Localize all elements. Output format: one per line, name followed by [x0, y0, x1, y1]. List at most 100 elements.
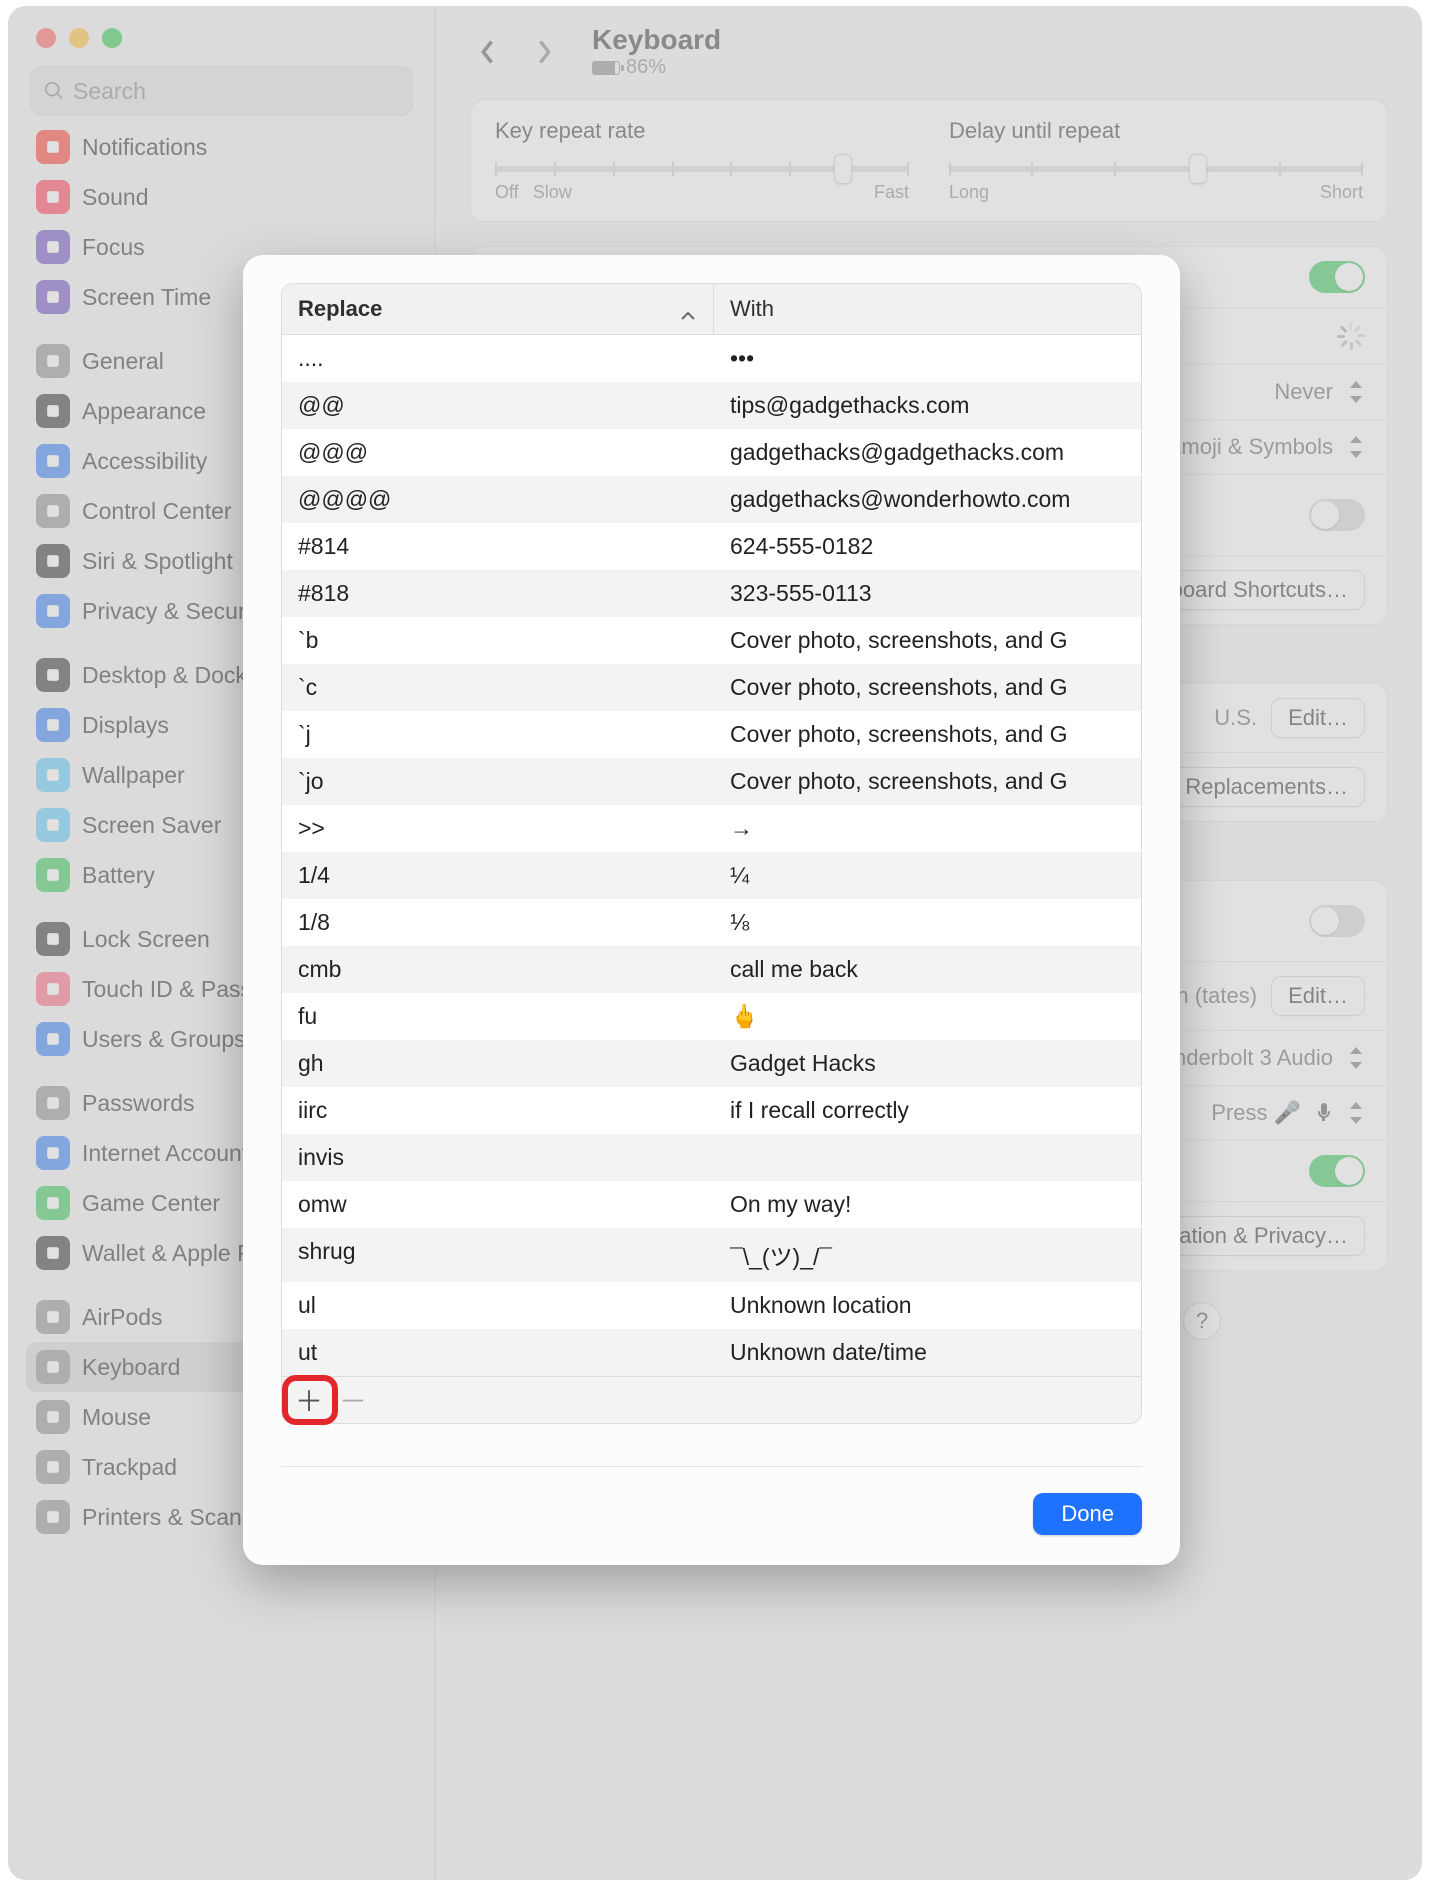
- cell-replace: ....: [282, 335, 714, 382]
- chevron-updown-icon[interactable]: [1347, 1047, 1365, 1069]
- touch-id-password-icon: [36, 972, 70, 1006]
- toggle-backlight-auto[interactable]: [1309, 261, 1365, 293]
- remove-replacement-button[interactable]: －: [336, 1383, 370, 1417]
- table-footer: ＋ －: [282, 1376, 1141, 1423]
- text-replacements-dialog: Replace With ....•••@@tips@gadgethacks.c…: [243, 255, 1180, 1565]
- table-row[interactable]: invis: [282, 1134, 1141, 1181]
- key-repeat-label: Key repeat rate: [495, 118, 909, 144]
- cell-with: ⅛: [714, 899, 1141, 946]
- sidebar-item-notifications[interactable]: Notifications: [26, 122, 423, 172]
- key-repeat-slider[interactable]: [495, 166, 909, 172]
- search-placeholder: Search: [73, 78, 146, 105]
- appearance-icon: [36, 394, 70, 428]
- back-button[interactable]: [470, 34, 506, 70]
- search-input[interactable]: Search: [30, 66, 413, 116]
- trackpad-icon: [36, 1450, 70, 1484]
- screen-time-icon: [36, 280, 70, 314]
- sidebar-item-label: Focus: [82, 234, 145, 261]
- desktop-dock-icon: [36, 658, 70, 692]
- table-row[interactable]: ghGadget Hacks: [282, 1040, 1141, 1087]
- fullscreen-window-button[interactable]: [102, 28, 122, 48]
- sidebar-item-label: Accessibility: [82, 448, 207, 475]
- column-header-replace[interactable]: Replace: [282, 284, 714, 334]
- table-row[interactable]: 1/8⅛: [282, 899, 1141, 946]
- sidebar-item-label: Internet Accounts: [82, 1140, 260, 1167]
- close-window-button[interactable]: [36, 28, 56, 48]
- cell-with: Cover photo, screenshots, and G: [714, 711, 1141, 758]
- toggle-input-menu[interactable]: [1309, 1155, 1365, 1187]
- help-button[interactable]: ?: [1183, 1302, 1221, 1340]
- cell-replace: omw: [282, 1181, 714, 1228]
- delay-repeat-slider[interactable]: [949, 166, 1363, 172]
- users-groups-icon: [36, 1022, 70, 1056]
- cell-with: ¯\_(ツ)_/¯: [714, 1228, 1141, 1282]
- table-row[interactable]: `bCover photo, screenshots, and G: [282, 617, 1141, 664]
- cell-with: if I recall correctly: [714, 1087, 1141, 1134]
- table-body[interactable]: ....•••@@tips@gadgethacks.com@@@gadgetha…: [282, 335, 1141, 1376]
- table-row[interactable]: #814624-555-0182: [282, 523, 1141, 570]
- table-row[interactable]: omwOn my way!: [282, 1181, 1141, 1228]
- chevron-updown-icon[interactable]: [1347, 381, 1365, 403]
- table-row[interactable]: >>→: [282, 805, 1141, 852]
- sidebar-item-label: General: [82, 348, 164, 375]
- done-button[interactable]: Done: [1033, 1493, 1142, 1535]
- keyboard-icon: [36, 1350, 70, 1384]
- search-icon: [43, 80, 65, 102]
- siri-spotlight-icon: [36, 544, 70, 578]
- cell-with: ¼: [714, 852, 1141, 899]
- page-title: Keyboard: [592, 24, 721, 56]
- cell-with: Unknown location: [714, 1282, 1141, 1329]
- table-row[interactable]: `cCover photo, screenshots, and G: [282, 664, 1141, 711]
- internet-accounts-icon: [36, 1136, 70, 1170]
- sidebar-item-label: Battery: [82, 862, 155, 889]
- table-row[interactable]: @@@@gadgethacks@wonderhowto.com: [282, 476, 1141, 523]
- table-row[interactable]: 1/4¼: [282, 852, 1141, 899]
- table-row[interactable]: fu🖕: [282, 993, 1141, 1040]
- table-row[interactable]: #818323-555-0113: [282, 570, 1141, 617]
- microphone-icon: [1315, 1103, 1333, 1123]
- sidebar-item-sound[interactable]: Sound: [26, 172, 423, 222]
- sound-icon: [36, 180, 70, 214]
- cell-with: Cover photo, screenshots, and G: [714, 664, 1141, 711]
- sidebar-item-label: Privacy & Security: [82, 598, 269, 625]
- table-row[interactable]: cmbcall me back: [282, 946, 1141, 993]
- cell-replace: `jo: [282, 758, 714, 805]
- cell-with: 323-555-0113: [714, 570, 1141, 617]
- edit-input-sources-button[interactable]: Edit…: [1271, 698, 1365, 738]
- airpods-icon: [36, 1300, 70, 1334]
- table-row[interactable]: `joCover photo, screenshots, and G: [282, 758, 1141, 805]
- table-row[interactable]: utUnknown date/time: [282, 1329, 1141, 1376]
- add-replacement-button[interactable]: ＋: [292, 1383, 326, 1417]
- table-row[interactable]: @@@gadgethacks@gadgethacks.com: [282, 429, 1141, 476]
- toggle-keyboard-nav[interactable]: [1309, 499, 1365, 531]
- column-header-with[interactable]: With: [714, 284, 1141, 334]
- cell-with: gadgethacks@gadgethacks.com: [714, 429, 1141, 476]
- table-row[interactable]: ....•••: [282, 335, 1141, 382]
- table-row[interactable]: shrug¯\_(ツ)_/¯: [282, 1228, 1141, 1282]
- forward-button[interactable]: [526, 34, 562, 70]
- sidebar-item-label: Mouse: [82, 1404, 151, 1431]
- sidebar-item-label: Notifications: [82, 134, 207, 161]
- table-row[interactable]: `jCover photo, screenshots, and G: [282, 711, 1141, 758]
- privacy-security-icon: [36, 594, 70, 628]
- cell-replace: cmb: [282, 946, 714, 993]
- sidebar-item-label: Sound: [82, 184, 149, 211]
- header: Keyboard 86%: [470, 24, 1388, 79]
- chevron-updown-icon[interactable]: [1347, 436, 1365, 458]
- table-row[interactable]: @@tips@gadgethacks.com: [282, 382, 1141, 429]
- sidebar-item-label: Users & Groups: [82, 1026, 246, 1053]
- minimize-window-button[interactable]: [69, 28, 89, 48]
- toggle-dictation[interactable]: [1309, 905, 1365, 937]
- game-center-icon: [36, 1186, 70, 1220]
- cell-with: tips@gadgethacks.com: [714, 382, 1141, 429]
- accessibility-icon: [36, 444, 70, 478]
- sidebar-item-label: Siri & Spotlight: [82, 548, 233, 575]
- cell-replace: >>: [282, 805, 714, 852]
- chevron-updown-icon[interactable]: [1347, 1102, 1365, 1124]
- table-row[interactable]: iircif I recall correctly: [282, 1087, 1141, 1134]
- cell-replace: invis: [282, 1134, 714, 1181]
- spinner-icon: [1337, 322, 1365, 350]
- table-row[interactable]: ulUnknown location: [282, 1282, 1141, 1329]
- edit-spelling-button[interactable]: Edit…: [1271, 976, 1365, 1016]
- wallet-apple-pay-icon: [36, 1236, 70, 1270]
